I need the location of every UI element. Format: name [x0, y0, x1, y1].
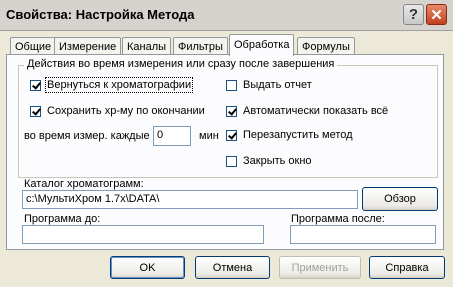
- close-icon[interactable]: ✕: [426, 4, 447, 25]
- close-window-checkbox[interactable]: Закрыть окно: [226, 155, 312, 167]
- save-chromatogram-checkbox[interactable]: Сохранить хр-му по окончании: [30, 105, 205, 117]
- browse-button[interactable]: Обзор: [362, 187, 438, 211]
- return-to-chromatography-checkbox[interactable]: Вернуться к хроматографии: [30, 77, 194, 93]
- checkbox-box[interactable]: [30, 105, 41, 117]
- tab-general[interactable]: Общие: [10, 37, 57, 55]
- checkbox-label: Перезапустить метод: [243, 129, 353, 141]
- auto-show-all-checkbox[interactable]: Автоматически показать всё: [226, 105, 388, 117]
- tab-processing[interactable]: Обработка: [229, 34, 295, 56]
- tab-formulas[interactable]: Формулы: [297, 37, 355, 55]
- tab-filters[interactable]: Фильтры: [173, 37, 228, 55]
- interval-label: во время измер. каждые: [24, 130, 150, 142]
- catalog-path-input[interactable]: c:\МультиХром 1.7x\DATA\: [22, 190, 358, 209]
- checkbox-box[interactable]: [30, 79, 41, 91]
- checkbox-box[interactable]: [226, 79, 237, 91]
- help-icon[interactable]: ?: [403, 4, 424, 25]
- title-bar[interactable]: Свойства: Настройка Метода ? ✕: [0, 0, 453, 31]
- checkbox-label: Выдать отчет: [243, 79, 312, 91]
- catalog-label: Каталог хроматограмм:: [24, 178, 144, 190]
- tab-channels[interactable]: Каналы: [122, 37, 172, 55]
- program-after-input[interactable]: [290, 225, 436, 244]
- help-button[interactable]: Справка: [369, 256, 445, 279]
- checkbox-label: Вернуться к хроматографии: [44, 77, 194, 93]
- checkbox-label: Сохранить хр-му по окончании: [47, 105, 205, 117]
- checkbox-box[interactable]: [226, 129, 237, 141]
- interval-unit: мин: [199, 130, 219, 142]
- program-after-label: Программа после:: [291, 213, 385, 225]
- checkbox-box[interactable]: [226, 155, 237, 167]
- program-before-input[interactable]: [22, 225, 264, 244]
- cancel-button[interactable]: Отмена: [195, 256, 270, 279]
- interval-input[interactable]: 0: [153, 126, 191, 146]
- actions-group-label: Действия во время измерения или сразу по…: [24, 58, 338, 70]
- window-title: Свойства: Настройка Метода: [6, 7, 195, 22]
- restart-method-checkbox[interactable]: Перезапустить метод: [226, 129, 353, 141]
- checkbox-label: Автоматически показать всё: [243, 105, 389, 117]
- ok-button[interactable]: OK: [110, 256, 185, 279]
- print-report-checkbox[interactable]: Выдать отчет: [226, 79, 312, 91]
- tab-measurement[interactable]: Измерение: [54, 37, 122, 55]
- checkbox-label: Закрыть окно: [243, 155, 312, 167]
- checkbox-box[interactable]: [226, 105, 237, 117]
- apply-button[interactable]: Применить: [279, 256, 361, 279]
- program-before-label: Программа до:: [24, 213, 101, 225]
